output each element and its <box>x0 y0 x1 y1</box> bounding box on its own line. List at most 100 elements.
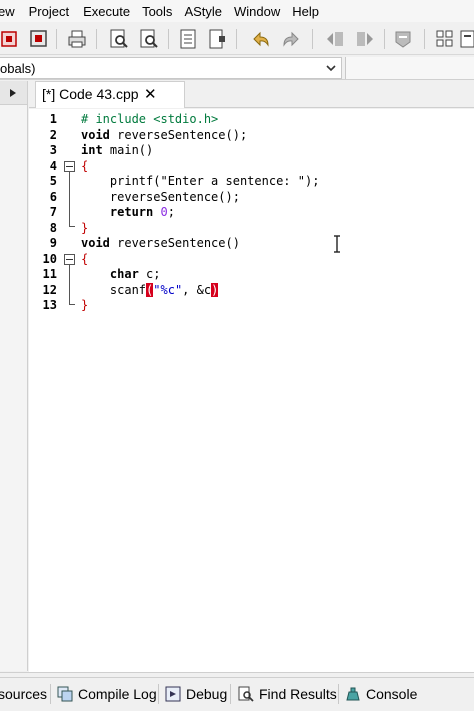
tab-find-results[interactable]: Find Results <box>238 682 337 706</box>
find-results-icon <box>238 686 254 702</box>
line-number: 12 <box>42 283 57 297</box>
line-number: 10 <box>42 252 57 266</box>
toolbar-separator <box>56 29 57 49</box>
menu-help[interactable]: Help <box>292 4 327 19</box>
code-text: ; <box>167 205 175 219</box>
code-line: reverseSentence(); <box>81 190 240 204</box>
fold-line <box>69 265 70 304</box>
bookmark-icon[interactable] <box>206 28 228 50</box>
code-line: return 0; <box>81 205 175 219</box>
fold-end <box>69 226 75 227</box>
menu-astyle[interactable]: AStyle <box>184 4 230 19</box>
find-icon[interactable] <box>108 28 130 50</box>
code-text: ); <box>304 174 320 188</box>
toolbar-separator <box>424 29 425 49</box>
new-class-icon[interactable] <box>28 28 50 50</box>
toolbar-separator <box>168 29 169 49</box>
tab-label: Console <box>366 686 418 702</box>
number-literal: 0 <box>153 205 168 219</box>
toolbar-separator <box>236 29 237 49</box>
menu-tools[interactable]: Tools <box>142 4 180 19</box>
class-browser-icon[interactable] <box>0 28 22 50</box>
line-number: 2 <box>49 128 57 142</box>
line-number: 6 <box>49 190 57 204</box>
tab-debug[interactable]: Debug <box>165 682 227 706</box>
chevron-down-icon[interactable] <box>325 61 337 75</box>
code-line: printf("Enter a sentence: "); <box>81 174 320 188</box>
fold-line <box>69 172 70 226</box>
fold-end <box>69 304 75 305</box>
tab-compile-log[interactable]: Compile Log <box>57 682 157 706</box>
line-number: 3 <box>49 143 57 157</box>
menu-bar: ew Project Execute Tools AStyle Window H… <box>0 0 474 22</box>
project-panel <box>0 81 28 671</box>
tab-separator <box>230 684 231 704</box>
close-icon[interactable]: ✕ <box>144 85 157 103</box>
tab-separator <box>50 684 51 704</box>
bottom-tab-bar: sources Compile Log Debug Find Results C… <box>0 677 474 711</box>
tab-label: Find Results <box>259 686 337 702</box>
menu-view[interactable]: ew <box>0 4 23 19</box>
redo-icon[interactable] <box>280 28 302 50</box>
indent-icon[interactable] <box>324 28 346 50</box>
toolbar-separator <box>96 29 97 49</box>
print-icon[interactable] <box>66 28 88 50</box>
matched-bracket: ) <box>211 283 219 297</box>
line-number: 9 <box>49 236 57 250</box>
code-line: } <box>81 221 89 235</box>
menu-execute[interactable]: Execute <box>83 4 138 19</box>
tab-separator <box>338 684 339 704</box>
code-text: main() <box>102 143 154 157</box>
toggle-comment-icon[interactable] <box>392 28 414 50</box>
tab-console[interactable]: Console <box>345 682 417 706</box>
goto-icon[interactable] <box>178 28 200 50</box>
tab-code-43[interactable]: [*] Code 43.cpp ✕ <box>35 81 185 108</box>
code-line: void reverseSentence() <box>81 236 240 250</box>
code-text: , &c <box>182 283 212 297</box>
keyword: void <box>81 128 110 142</box>
code-line: scanf("%c", &c) <box>81 283 219 297</box>
selector-spacer <box>345 57 474 79</box>
code-line: char c; <box>81 267 161 281</box>
fold-toggle[interactable] <box>64 161 75 172</box>
tab-label: Compile Log <box>78 686 157 702</box>
code-line: } <box>81 298 89 312</box>
code-text: c; <box>138 267 161 281</box>
text-cursor-icon <box>334 235 340 253</box>
compile-log-icon <box>57 686 73 702</box>
line-number: 8 <box>49 221 57 235</box>
debug-icon <box>165 686 181 702</box>
grid-icon[interactable] <box>434 28 456 50</box>
console-icon <box>346 687 360 701</box>
function-selector[interactable]: obals) <box>0 57 342 79</box>
tab-resources[interactable]: sources <box>0 682 47 706</box>
tab-label: sources <box>0 686 48 702</box>
keyword: int <box>81 143 103 157</box>
code-text: scanf <box>81 283 147 297</box>
code-text: reverseSentence() <box>109 236 240 250</box>
function-selector-value: obals) <box>0 61 36 76</box>
code-line: { <box>81 252 89 266</box>
string-literal: "Enter a sentence: " <box>160 174 305 188</box>
code-editor[interactable]: 1 2 3 4 5 6 7 8 9 10 11 12 13 # include … <box>29 109 474 672</box>
line-number: 1 <box>49 112 57 126</box>
code-line: int main() <box>81 143 153 157</box>
code-completion-icon[interactable] <box>458 28 474 50</box>
menu-window[interactable]: Window <box>234 4 288 19</box>
code-text: reverseSentence(); <box>109 128 248 142</box>
line-number: 5 <box>49 174 57 188</box>
menu-project[interactable]: Project <box>29 4 77 19</box>
undo-icon[interactable] <box>250 28 272 50</box>
line-number: 11 <box>42 267 57 281</box>
keyword: void <box>81 236 110 250</box>
line-number-gutter: 1 2 3 4 5 6 7 8 9 10 11 12 13 <box>29 109 77 672</box>
chevron-right-icon <box>10 89 16 97</box>
find-replace-icon[interactable] <box>138 28 160 50</box>
code-line: # include <stdio.h> <box>81 112 219 126</box>
keyword: return <box>81 205 154 219</box>
unindent-icon[interactable] <box>354 28 376 50</box>
line-number: 7 <box>49 205 57 219</box>
fold-toggle[interactable] <box>64 254 75 265</box>
panel-scroll-button[interactable] <box>0 81 27 105</box>
keyword: char <box>81 267 139 281</box>
